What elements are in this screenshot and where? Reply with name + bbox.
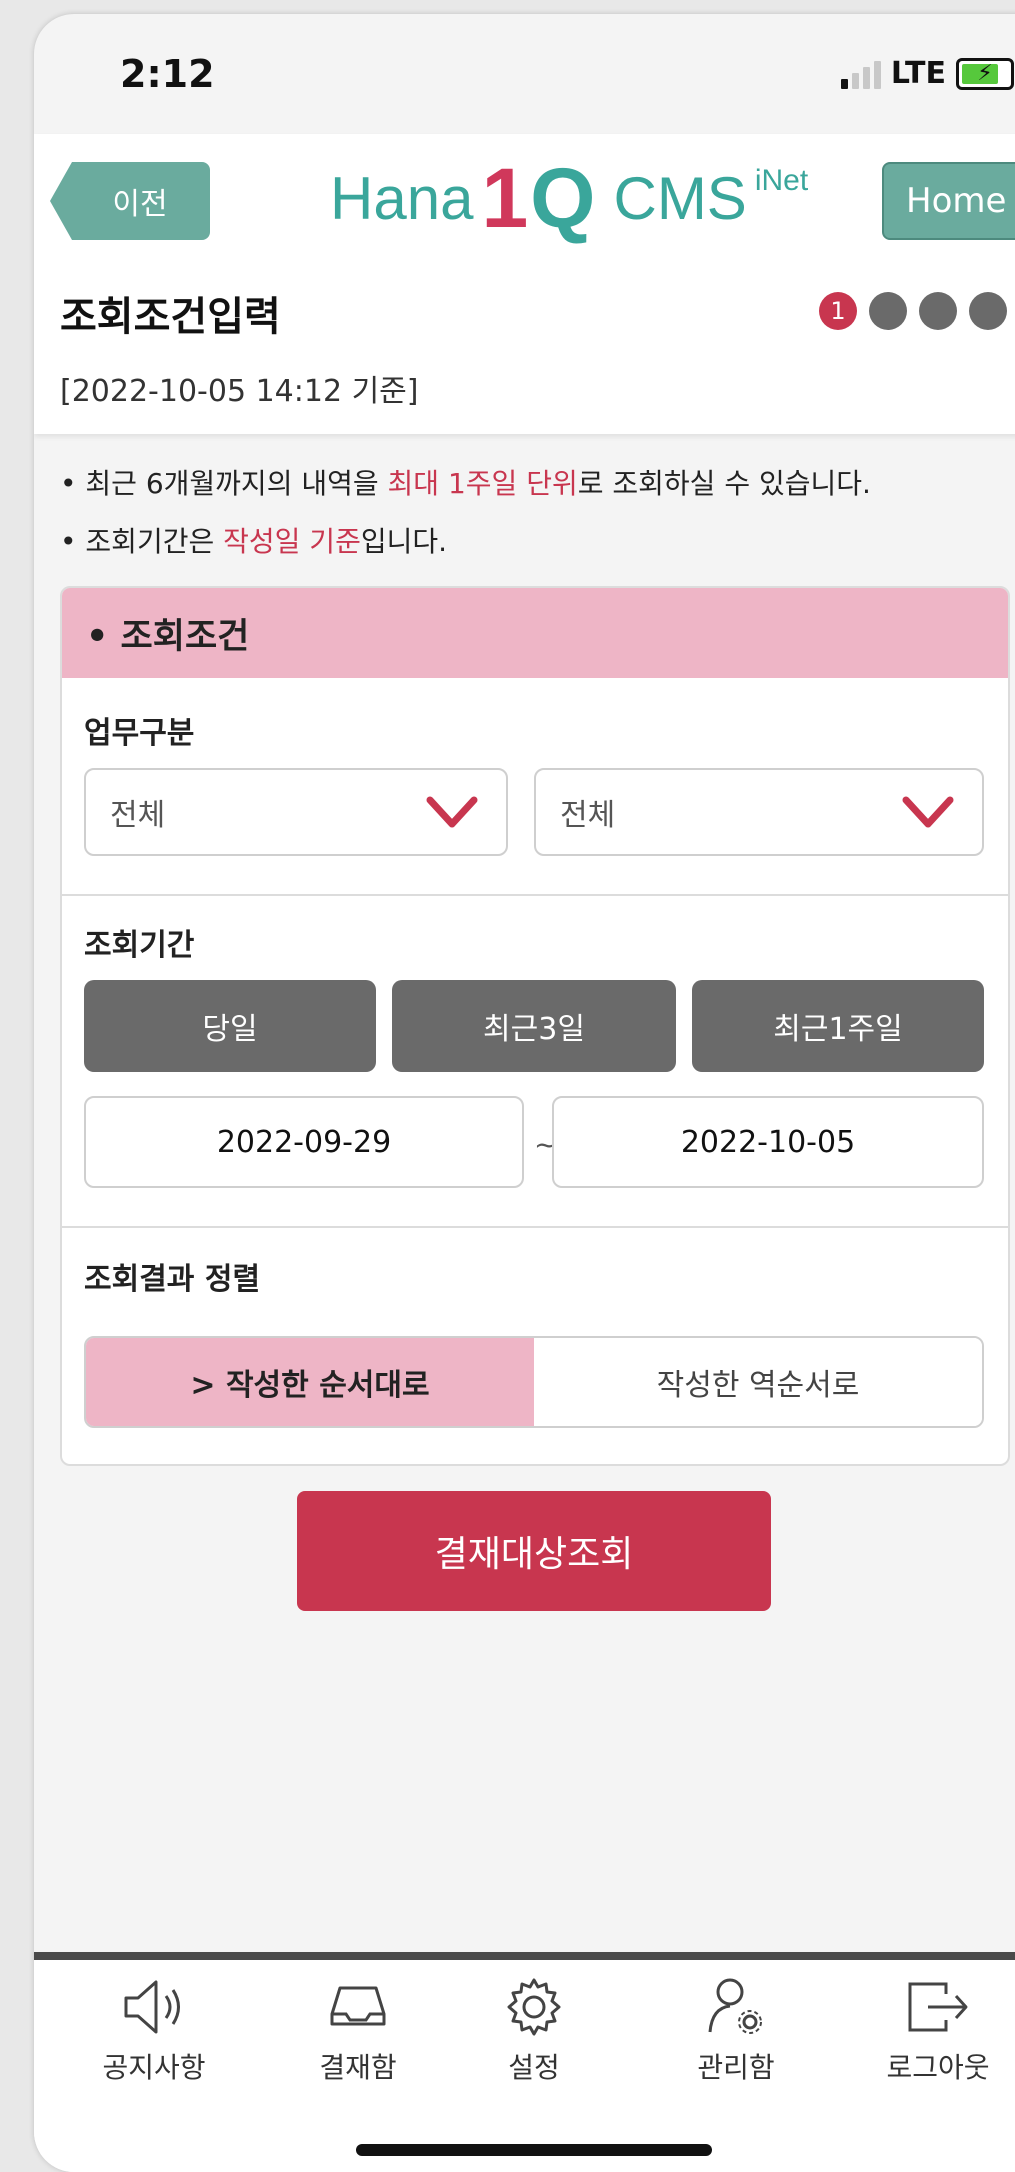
step-indicator: 1 xyxy=(819,292,1007,330)
bottom-tab-bar: 공지사항 결재함 설정 관리함 로그아웃 xyxy=(34,1952,1015,2172)
notice-highlight: 최대 1주일 단위 xyxy=(387,467,578,500)
chevron-down-icon xyxy=(902,796,954,828)
logo-product: CMS xyxy=(613,165,747,232)
home-indicator xyxy=(356,2144,712,2156)
logo-brand: Hana xyxy=(330,165,474,232)
search-condition-card: • 조회조건 업무구분 전체 전체 조회기간 당일 최근3일 최근1주일 202… xyxy=(60,586,1010,1466)
tab-label: 설정 xyxy=(508,2051,560,2084)
step-dot xyxy=(969,292,1007,330)
step-dot xyxy=(869,292,907,330)
tab-notice[interactable]: 공지사항 xyxy=(64,1974,244,2086)
step-dot xyxy=(919,292,957,330)
work-type-select-2[interactable]: 전체 xyxy=(534,768,984,856)
page-header: 이전 Hana 1Q CMS iNet Home 조회조건입력 [2022-10… xyxy=(34,134,1015,434)
sort-descending-option[interactable]: 작성한 역순서로 xyxy=(534,1338,982,1426)
battery-charging-icon: ⚡ xyxy=(956,57,1014,90)
tab-logout[interactable]: 로그아웃 xyxy=(848,1974,1015,2086)
start-date-field[interactable]: 2022-09-29 xyxy=(84,1096,524,1188)
sort-ascending-option[interactable]: > 작성한 순서대로 xyxy=(86,1338,534,1426)
sort-label: 조회결과 정렬 xyxy=(84,1262,261,1297)
card-title: • 조회조건 xyxy=(62,588,1008,678)
search-submit-button[interactable]: 결재대상조회 xyxy=(297,1491,771,1611)
gear-icon xyxy=(507,1978,561,2036)
page-timestamp: [2022-10-05 14:12 기준] xyxy=(60,374,419,409)
app-logo: Hana 1Q CMS iNet xyxy=(330,150,808,247)
tab-label: 공지사항 xyxy=(102,2051,206,2084)
user-settings-icon xyxy=(708,1978,762,2034)
tab-settings[interactable]: 설정 xyxy=(444,1974,624,2086)
period-label: 조회기간 xyxy=(84,928,195,963)
status-time: 2:12 xyxy=(120,52,215,96)
work-type-label: 업무구분 xyxy=(84,716,195,751)
tab-approval-box[interactable]: 결재함 xyxy=(268,1974,448,2086)
tab-label: 관리함 xyxy=(697,2051,775,2084)
chevron-down-icon xyxy=(426,796,478,828)
home-button[interactable]: Home xyxy=(882,162,1015,240)
bullet-icon: • xyxy=(60,467,86,500)
status-icons: LTE ⚡ xyxy=(840,56,1014,91)
bullet-icon: • xyxy=(60,525,86,558)
logo-q: Q xyxy=(530,151,596,245)
logout-icon xyxy=(908,1982,968,2032)
sort-toggle: > 작성한 순서대로 작성한 역순서로 xyxy=(84,1336,984,1428)
period-today-button[interactable]: 당일 xyxy=(84,980,376,1072)
network-label: LTE xyxy=(890,56,946,91)
back-button[interactable]: 이전 xyxy=(50,162,210,240)
speaker-icon xyxy=(124,1980,180,2034)
tab-label: 결재함 xyxy=(319,2051,397,2084)
tab-label: 로그아웃 xyxy=(886,2051,990,2084)
logo-one: 1 xyxy=(481,151,528,245)
signal-icon xyxy=(840,59,881,89)
period-1week-button[interactable]: 최근1주일 xyxy=(692,980,984,1072)
end-date-field[interactable]: 2022-10-05 xyxy=(552,1096,984,1188)
phone-screen: 2:12 LTE ⚡ 이전 Hana 1Q CMS iNet Home 조회조건… xyxy=(34,14,1015,2172)
page-title: 조회조건입력 xyxy=(60,294,281,340)
notice-item: • 조회기간은 작성일 기준입니다. xyxy=(60,525,448,558)
step-dot-current: 1 xyxy=(819,292,857,330)
notice-item: • 최근 6개월까지의 내역을 최대 1주일 단위로 조회하실 수 있습니다. xyxy=(60,467,871,500)
period-3days-button[interactable]: 최근3일 xyxy=(392,980,676,1072)
logo-suffix: iNet xyxy=(754,164,809,197)
inbox-tray-icon xyxy=(330,1986,386,2026)
work-type-select-1[interactable]: 전체 xyxy=(84,768,508,856)
divider xyxy=(62,1226,1008,1228)
divider xyxy=(62,894,1008,896)
tab-management[interactable]: 관리함 xyxy=(646,1974,826,2086)
notice-highlight: 작성일 기준 xyxy=(223,525,361,558)
